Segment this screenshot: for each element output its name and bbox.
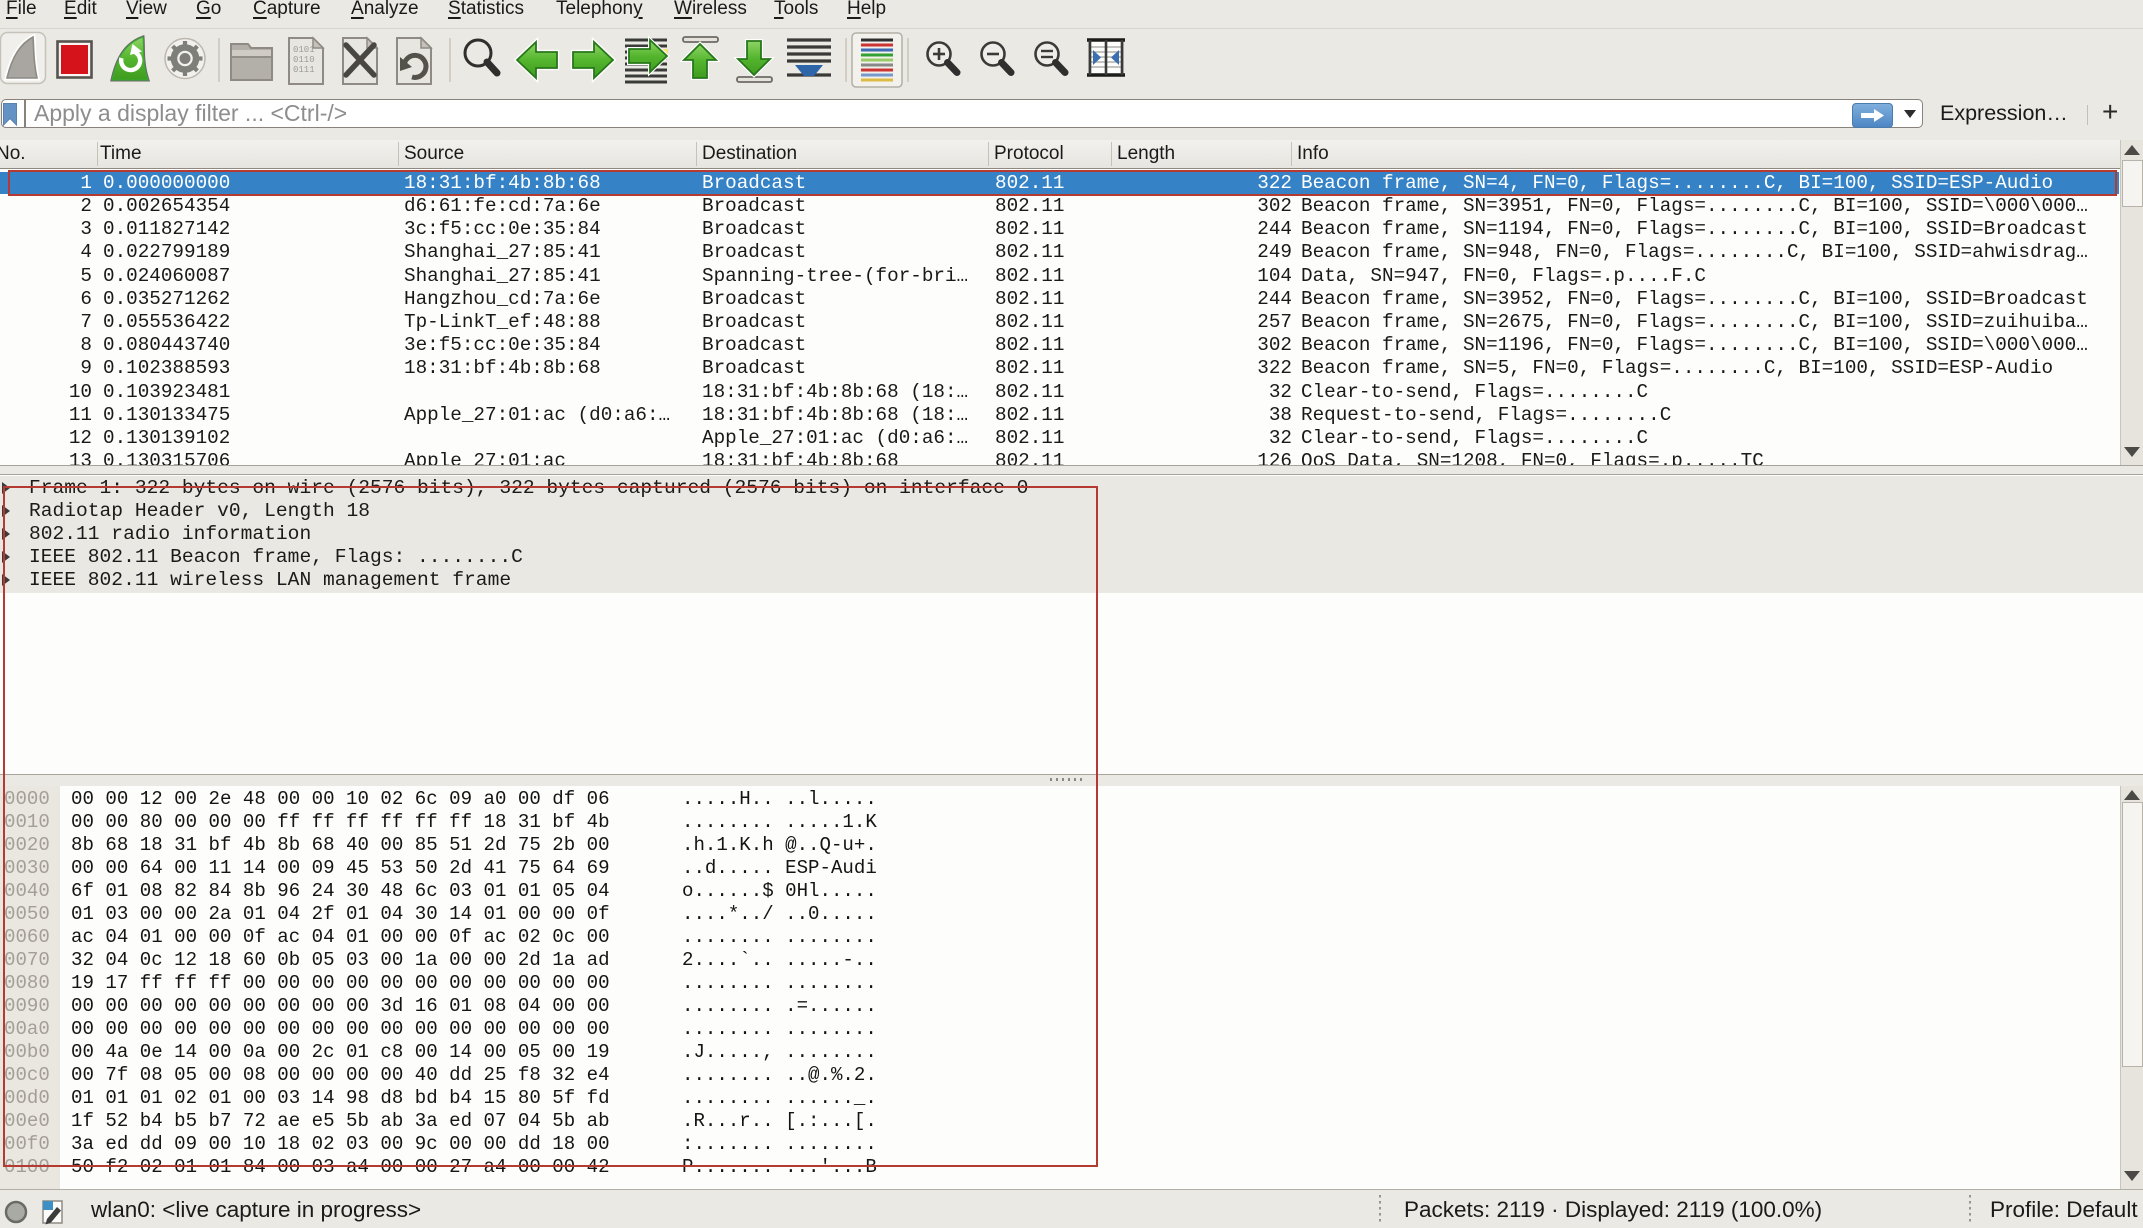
svg-text:0110: 0110 [293,55,315,65]
svg-text:0101: 0101 [293,45,315,55]
svg-text:0111: 0111 [293,65,315,75]
